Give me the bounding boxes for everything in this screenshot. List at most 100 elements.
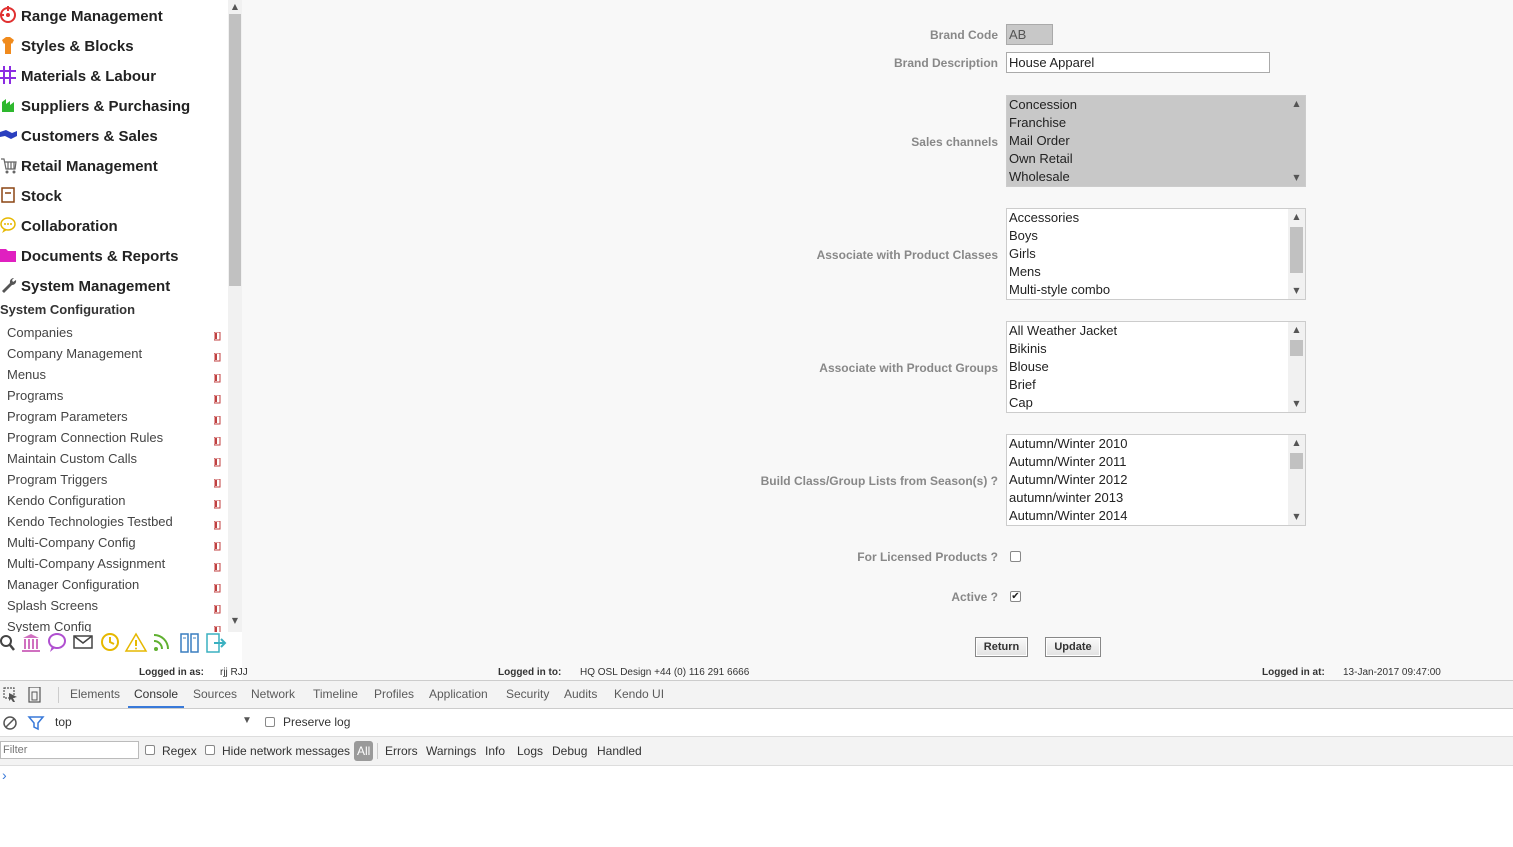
clear-console-icon[interactable] bbox=[3, 716, 17, 730]
tab-profiles[interactable]: Profiles bbox=[374, 681, 414, 708]
tab-sources[interactable]: Sources bbox=[193, 681, 237, 708]
menu-range-management[interactable]: Range Management bbox=[0, 2, 226, 30]
level-handled[interactable]: Handled bbox=[597, 737, 642, 765]
level-warnings[interactable]: Warnings bbox=[426, 737, 476, 765]
open-program-icon[interactable] bbox=[213, 368, 221, 383]
licensed-products-checkbox[interactable] bbox=[1010, 551, 1021, 562]
sidebar-sub-item[interactable]: Multi-Company Config bbox=[7, 532, 225, 553]
sidebar-sub-item[interactable]: Program Triggers bbox=[7, 469, 225, 490]
sidebar-sub-item[interactable]: Program Connection Rules bbox=[7, 427, 225, 448]
sidebar-sub-item[interactable]: Kendo Configuration bbox=[7, 490, 225, 511]
scroll-thumb[interactable] bbox=[1290, 340, 1303, 356]
list-option[interactable]: Own Retail bbox=[1007, 150, 1305, 168]
list-option[interactable]: autumn/winter 2013 bbox=[1007, 489, 1305, 507]
console-prompt[interactable]: › bbox=[2, 767, 7, 783]
open-program-icon[interactable] bbox=[213, 473, 221, 488]
list-option[interactable]: Autumn/Winter 2011 bbox=[1007, 453, 1305, 471]
menu-materials-labour[interactable]: Materials & Labour bbox=[0, 62, 226, 90]
level-debug[interactable]: Debug bbox=[552, 737, 587, 765]
open-program-icon[interactable] bbox=[213, 620, 221, 632]
context-selector[interactable]: top bbox=[55, 715, 72, 729]
level-all[interactable]: All bbox=[354, 741, 374, 761]
scroll-up-arrow[interactable]: ▲ bbox=[228, 0, 242, 14]
scroll-up-arrow[interactable]: ▲ bbox=[1288, 98, 1305, 110]
scroll-up-arrow[interactable]: ▲ bbox=[1288, 324, 1305, 336]
open-program-icon[interactable] bbox=[213, 515, 221, 530]
menu-documents-reports[interactable]: Documents & Reports bbox=[0, 242, 226, 270]
exit-icon[interactable] bbox=[206, 633, 227, 653]
listbox-scrollbar[interactable]: ▲ ▼ bbox=[1288, 96, 1305, 186]
list-option[interactable]: Autumn/Winter 2012 bbox=[1007, 471, 1305, 489]
sidebar-sub-item[interactable]: Manager Configuration bbox=[7, 574, 225, 595]
brand-description-field[interactable]: House Apparel bbox=[1006, 52, 1270, 73]
scroll-up-arrow[interactable]: ▲ bbox=[1288, 437, 1305, 449]
scroll-down-arrow[interactable]: ▼ bbox=[1288, 511, 1305, 523]
open-program-icon[interactable] bbox=[213, 347, 221, 362]
menu-retail-management[interactable]: Retail Management bbox=[0, 152, 226, 180]
sidebar-scrollbar-thumb[interactable] bbox=[229, 14, 241, 286]
level-info[interactable]: Info bbox=[485, 737, 505, 765]
level-errors[interactable]: Errors bbox=[385, 737, 418, 765]
scroll-down-arrow[interactable]: ▼ bbox=[1288, 172, 1305, 184]
open-program-icon[interactable] bbox=[213, 536, 221, 551]
list-option[interactable]: Multi-style combo bbox=[1007, 281, 1305, 299]
product-classes-listbox[interactable]: Accessories Boys Girls Mens Multi-style comb… bbox=[1006, 208, 1306, 300]
list-option[interactable]: Girls bbox=[1007, 245, 1305, 263]
scroll-thumb[interactable] bbox=[1290, 453, 1303, 469]
tab-network[interactable]: Network bbox=[251, 681, 295, 708]
open-program-icon[interactable] bbox=[213, 410, 221, 425]
open-program-icon[interactable] bbox=[213, 389, 221, 404]
tab-elements[interactable]: Elements bbox=[70, 681, 120, 708]
sidebar-sub-item[interactable]: Companies bbox=[7, 322, 225, 343]
open-program-icon[interactable] bbox=[213, 557, 221, 572]
menu-styles-blocks[interactable]: Styles & Blocks bbox=[0, 32, 226, 60]
open-program-icon[interactable] bbox=[213, 494, 221, 509]
warning-icon[interactable] bbox=[124, 632, 148, 652]
mail-icon[interactable] bbox=[73, 635, 93, 649]
list-option[interactable]: Cap bbox=[1007, 394, 1305, 412]
listbox-scrollbar[interactable]: ▲ ▼ bbox=[1288, 435, 1305, 525]
open-program-icon[interactable] bbox=[213, 452, 221, 467]
scroll-thumb[interactable] bbox=[1290, 227, 1303, 273]
console-filter-input[interactable] bbox=[0, 741, 139, 759]
list-option[interactable]: Autumn/Winter 2010 bbox=[1007, 435, 1305, 453]
tab-timeline[interactable]: Timeline bbox=[313, 681, 358, 708]
open-program-icon[interactable] bbox=[213, 326, 221, 341]
search-icon[interactable] bbox=[0, 635, 15, 651]
sidebar-sub-item[interactable]: Program Parameters bbox=[7, 406, 225, 427]
clock-icon[interactable] bbox=[101, 633, 119, 651]
hide-network-checkbox[interactable] bbox=[205, 745, 215, 755]
device-mode-icon[interactable] bbox=[28, 687, 41, 703]
sidebar-sub-item[interactable]: Menus bbox=[7, 364, 225, 385]
list-option[interactable]: Mens bbox=[1007, 263, 1305, 281]
sales-channels-listbox[interactable]: Concession Franchise Mail Order Own Retail W… bbox=[1006, 95, 1306, 187]
scroll-down-arrow[interactable]: ▼ bbox=[228, 614, 242, 628]
menu-suppliers-purchasing[interactable]: Suppliers & Purchasing bbox=[0, 92, 226, 120]
list-option[interactable]: Autumn/Winter 2014 bbox=[1007, 507, 1305, 525]
list-option[interactable]: Accessories bbox=[1007, 209, 1305, 227]
regex-checkbox[interactable] bbox=[145, 745, 155, 755]
preserve-log-checkbox[interactable] bbox=[265, 717, 275, 727]
level-logs[interactable]: Logs bbox=[517, 737, 543, 765]
tab-security[interactable]: Security bbox=[506, 681, 549, 708]
tab-application[interactable]: Application bbox=[429, 681, 488, 708]
bank-icon[interactable] bbox=[22, 634, 40, 652]
list-option[interactable]: Franchise bbox=[1007, 114, 1305, 132]
update-button[interactable]: Update bbox=[1045, 637, 1101, 657]
menu-stock[interactable]: Stock bbox=[0, 182, 226, 210]
sidebar-sub-item[interactable]: System Config bbox=[7, 616, 225, 632]
list-option[interactable]: Bikinis bbox=[1007, 340, 1305, 358]
return-button[interactable]: Return bbox=[975, 637, 1028, 657]
scroll-down-arrow[interactable]: ▼ bbox=[1288, 398, 1305, 410]
open-program-icon[interactable] bbox=[213, 431, 221, 446]
sidebar-sub-item[interactable]: Maintain Custom Calls bbox=[7, 448, 225, 469]
list-option[interactable]: Wholesale bbox=[1007, 168, 1305, 186]
active-checkbox[interactable]: ✔ bbox=[1010, 591, 1021, 602]
open-program-icon[interactable] bbox=[213, 578, 221, 593]
tab-kendo-ui[interactable]: Kendo UI bbox=[614, 681, 664, 708]
list-option[interactable]: Blouse bbox=[1007, 358, 1305, 376]
tab-audits[interactable]: Audits bbox=[564, 681, 597, 708]
sidebar-sub-item[interactable]: Programs bbox=[7, 385, 225, 406]
list-option[interactable]: Boys bbox=[1007, 227, 1305, 245]
seasons-listbox[interactable]: Autumn/Winter 2010 Autumn/Winter 2011 Autu… bbox=[1006, 434, 1306, 526]
